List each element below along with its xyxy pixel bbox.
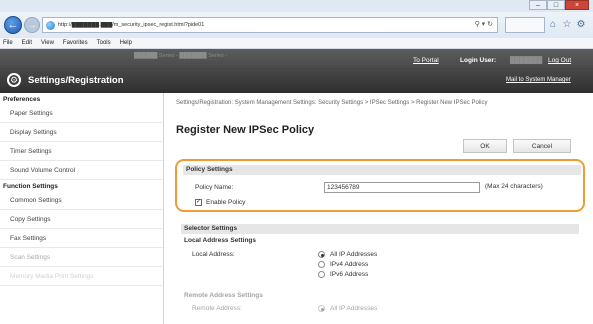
policy-name-label: Policy Name: — [195, 184, 234, 191]
maximize-button[interactable]: □ — [547, 0, 565, 10]
sidebar-item-scan-settings[interactable]: Scan Settings — [0, 248, 163, 267]
menu-tools[interactable]: Tools — [97, 40, 111, 46]
close-button[interactable]: × — [565, 0, 589, 10]
forward-icon[interactable]: → — [24, 17, 40, 33]
sidebar-item-copy-settings[interactable]: Copy Settings — [0, 210, 163, 229]
address-text: http://███████.███/m_security_ipsec_regi… — [58, 22, 205, 28]
sidebar-item-common-settings[interactable]: Common Settings — [0, 191, 163, 210]
sidebar-heading-function: Function Settings — [3, 183, 58, 190]
ie-page-icon — [46, 20, 55, 30]
sidebar-heading-preferences: Preferences — [3, 96, 41, 103]
menu-view[interactable]: View — [41, 40, 54, 46]
cancel-button[interactable]: Cancel — [513, 139, 571, 153]
sidebar-item-sound-volume[interactable]: Sound Volume Control — [0, 161, 163, 180]
radio-label-remote-all-ip: All IP Addresses — [330, 305, 378, 312]
browser-title-strip: – □ × — [0, 0, 593, 12]
browser-nav-bar: ← → http://███████.███/m_security_ipsec_… — [0, 12, 593, 38]
remote-address-settings-heading: Remote Address Settings — [184, 292, 263, 299]
policy-settings-heading: Policy Settings — [183, 165, 581, 175]
radio-remote-all-ip[interactable] — [318, 305, 325, 312]
main-content: Settings/Registration: System Management… — [164, 93, 593, 324]
policy-name-hint: (Max 24 characters) — [485, 183, 543, 190]
sidebar: Preferences Paper Settings Display Setti… — [0, 93, 164, 324]
menu-file[interactable]: File — [3, 40, 13, 46]
radio-label-ipv6: IPv6 Address — [330, 271, 369, 278]
menu-help[interactable]: Help — [120, 40, 132, 46]
browser-right-tools: ⌂ ☆ ⚙ — [505, 17, 587, 33]
window-controls: – □ × — [529, 0, 589, 10]
to-portal-link[interactable]: To Portal — [413, 57, 439, 64]
header-top-row: ██████ Series - ███████ Series - To Port… — [0, 49, 593, 69]
gear-icon[interactable]: ⚙ — [575, 19, 587, 31]
address-bar[interactable]: http://███████.███/m_security_ipsec_regi… — [42, 17, 498, 33]
browser-menu-bar: File Edit View Favorites Tools Help — [0, 38, 593, 49]
home-icon[interactable]: ⌂ — [547, 19, 559, 31]
policy-name-input[interactable]: 123456789 — [324, 182, 480, 193]
selector-settings-heading: Selector Settings — [181, 224, 579, 234]
radio-ipv6-address[interactable] — [318, 271, 325, 278]
login-user-name: ███████ — [510, 57, 543, 64]
ok-button[interactable]: OK — [463, 139, 507, 153]
sidebar-item-fax-settings[interactable]: Fax Settings — [0, 229, 163, 248]
page-section-title: Settings/Registration — [28, 75, 124, 86]
settings-gear-icon: ⚙ — [7, 73, 21, 87]
device-info: ██████ Series - ███████ Series - — [134, 53, 228, 59]
radio-label-all-ip: All IP Addresses — [330, 251, 378, 258]
menu-edit[interactable]: Edit — [22, 40, 32, 46]
radio-all-ip-addresses[interactable] — [318, 251, 325, 258]
page-title: Register New IPSec Policy — [176, 124, 315, 136]
login-user-label: Login User: — [460, 57, 497, 64]
sidebar-item-display-settings[interactable]: Display Settings — [0, 123, 163, 142]
back-icon[interactable]: ← — [4, 16, 22, 34]
local-address-settings-heading: Local Address Settings — [184, 237, 256, 244]
logout-link[interactable]: Log Out — [548, 57, 571, 64]
sidebar-item-memory-media[interactable]: Memory Media Print Settings — [0, 267, 163, 286]
local-address-label: Local Address: — [192, 251, 235, 258]
enable-policy-label: Enable Policy — [206, 199, 246, 206]
favorites-icon[interactable]: ☆ — [561, 19, 573, 31]
sidebar-item-timer-settings[interactable]: Timer Settings — [0, 142, 163, 161]
browser-tab[interactable] — [505, 17, 545, 33]
remote-address-label: Remote Address: — [192, 305, 242, 312]
radio-label-ipv4: IPv4 Address — [330, 261, 369, 268]
minimize-button[interactable]: – — [529, 0, 547, 10]
sidebar-item-paper-settings[interactable]: Paper Settings — [0, 104, 163, 123]
menu-favorites[interactable]: Favorites — [63, 40, 88, 46]
mail-to-manager-link[interactable]: Mail to System Manager — [506, 77, 571, 83]
enable-policy-checkbox[interactable]: ✓ — [195, 199, 202, 206]
policy-settings-highlight: Policy Settings Policy Name: 123456789 (… — [175, 159, 585, 212]
radio-ipv4-address[interactable] — [318, 261, 325, 268]
breadcrumb: Settings/Registration: System Management… — [176, 100, 488, 106]
app-header: ██████ Series - ███████ Series - To Port… — [0, 49, 593, 93]
address-tools-icon[interactable]: ⚲ ▾ ↻ — [475, 20, 493, 28]
